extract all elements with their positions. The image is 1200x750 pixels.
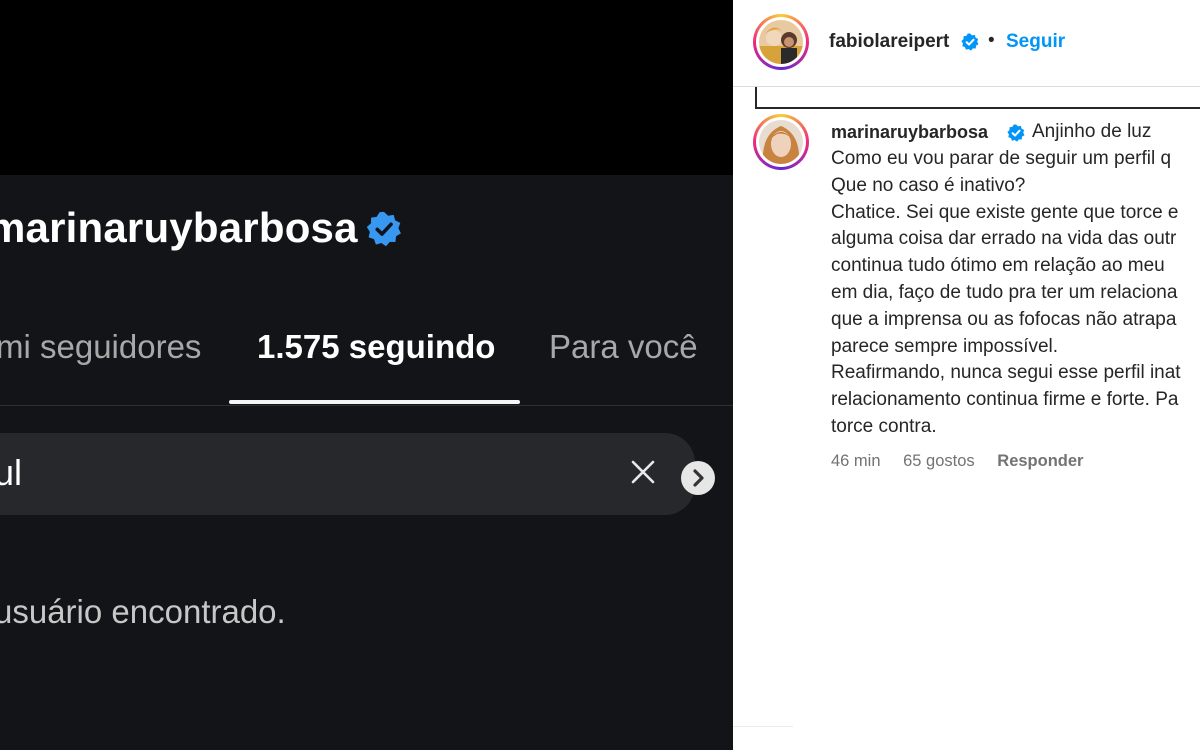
header-separator: • [988, 30, 995, 51]
empty-result-message: usuário encontrado. [0, 593, 286, 630]
comment-first-line: Anjinho de luz [1032, 121, 1152, 142]
active-tab-indicator [229, 400, 520, 404]
post-comments-panel: fabiolareipert • Seguir marinaruybarbosa… [733, 0, 1200, 750]
tab-followers[interactable]: mi seguidores [0, 328, 201, 366]
comment-line: Que no caso é inativo? [831, 174, 1026, 196]
chevron-right-icon[interactable] [680, 460, 716, 496]
tabs-divider [0, 405, 733, 406]
verified-badge-icon [961, 33, 979, 51]
comment-body: Como eu vou parar de seguir um perfil q … [831, 146, 1181, 441]
comment-line: continua tudo ótimo em relação ao meu [831, 255, 1165, 277]
follow-button[interactable]: Seguir [1006, 31, 1065, 53]
comment-line: parece sempre impossível. [831, 335, 1059, 357]
comment-username[interactable]: marinaruybarbosa [831, 122, 988, 143]
comment-time: 46 min [831, 452, 881, 470]
close-icon[interactable] [627, 456, 659, 488]
comment-likes[interactable]: 65 gostos [903, 452, 975, 470]
profile-username: marinaruybarbosa [0, 204, 358, 251]
comment-meta: 46 min 65 gostos Responder [831, 452, 1101, 471]
comment-line: que a imprensa ou as fofocas não atrapa [831, 308, 1177, 330]
tab-following[interactable]: 1.575 seguindo [257, 328, 495, 366]
comment-line: relacionamento continua firme e forte. P… [831, 389, 1179, 411]
bottom-divider [733, 726, 793, 727]
search-input-value: ul [0, 452, 23, 493]
previous-content-frame [755, 87, 1200, 109]
reply-button[interactable]: Responder [997, 452, 1083, 470]
comment-line: alguma coisa dar errado na vida das outr [831, 228, 1177, 250]
comment-line: em dia, faço de tudo pra ter um relacion… [831, 281, 1178, 303]
verified-badge-icon [366, 211, 401, 247]
comment-line: Como eu vou parar de seguir um perfil q [831, 148, 1172, 169]
search-input[interactable] [0, 433, 695, 515]
verified-badge-icon [1007, 124, 1025, 142]
author-username[interactable]: fabiolareipert [829, 31, 949, 53]
commenter-avatar[interactable] [753, 114, 809, 170]
author-photo [759, 20, 803, 64]
following-screenshot: marinaruybarbosa mi seguidores 1.575 seg… [0, 0, 733, 750]
tab-for-you[interactable]: Para você [549, 328, 698, 366]
commenter-photo [759, 120, 803, 164]
comment-line: Reafirmando, nunca segui esse perfil ina… [831, 362, 1181, 384]
comment-line: Chatice. Sei que existe gente que torce … [831, 201, 1179, 223]
author-avatar[interactable] [753, 14, 809, 70]
comment-line: torce contra. [831, 415, 937, 437]
